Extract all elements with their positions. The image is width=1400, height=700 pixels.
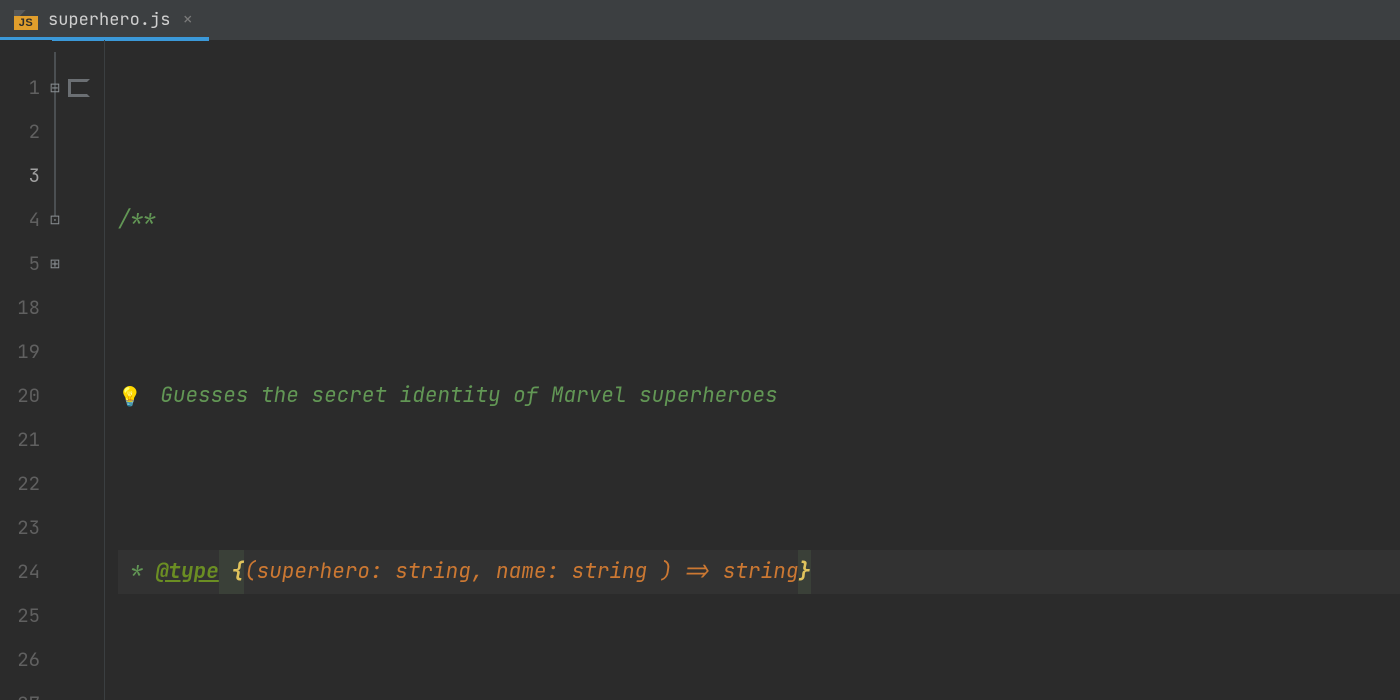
indent-guide-icon: [68, 79, 90, 97]
line-number: 5: [0, 242, 52, 286]
js-file-icon: JS: [14, 10, 38, 30]
code-editor[interactable]: 1 2 3 4 5 18 19 20 21 22 23 24 25 26 27 …: [0, 40, 1400, 700]
line-number: 20: [0, 374, 52, 418]
line-number: 4: [0, 198, 52, 242]
jsdoc-type-signature: (superhero: string, name: string ) => st…: [244, 550, 798, 594]
line-number: 25: [0, 594, 52, 638]
code-line: 💡 Guesses the secret identity of Marvel …: [118, 374, 1400, 418]
code-area[interactable]: /** 💡 Guesses the secret identity of Mar…: [118, 40, 1400, 700]
line-number: 23: [0, 506, 52, 550]
line-number: 22: [0, 462, 52, 506]
line-number: 21: [0, 418, 52, 462]
line-number: 3: [0, 154, 52, 198]
tab-bar: JS superhero.js ×: [0, 0, 1400, 40]
line-number: 24: [0, 550, 52, 594]
brace-open: {: [219, 550, 244, 594]
fold-expand-icon[interactable]: ⊞: [48, 256, 62, 270]
fold-toggle-icon[interactable]: ⊟: [48, 80, 62, 94]
tab-filename: superhero.js: [48, 9, 170, 31]
line-number: 18: [0, 286, 52, 330]
line-number: 26: [0, 638, 52, 682]
line-number-gutter: 1 2 3 4 5 18 19 20 21 22 23 24 25 26 27: [0, 40, 52, 700]
line-number: 27: [0, 682, 52, 700]
tab-file[interactable]: JS superhero.js ×: [0, 0, 209, 40]
fold-gutter: ⊟ ⊡ ⊞: [52, 40, 118, 700]
fold-end-icon[interactable]: ⊡: [48, 212, 62, 226]
brace-close: }: [798, 550, 811, 594]
line-number: 19: [0, 330, 52, 374]
close-icon[interactable]: ×: [180, 11, 195, 29]
code-line: * @type { (superhero: string, name: stri…: [118, 550, 1400, 594]
jsdoc-tag: @type: [156, 550, 219, 594]
code-line: /**: [118, 198, 1400, 242]
intention-bulb-icon[interactable]: 💡: [118, 387, 142, 406]
line-number: 2: [0, 110, 52, 154]
jsdoc-description: Guesses the secret identity of Marvel su…: [148, 374, 778, 418]
jsdoc-open: /**: [118, 198, 156, 242]
line-number: 1: [0, 66, 52, 110]
jsdoc-line-prefix: *: [118, 550, 156, 594]
